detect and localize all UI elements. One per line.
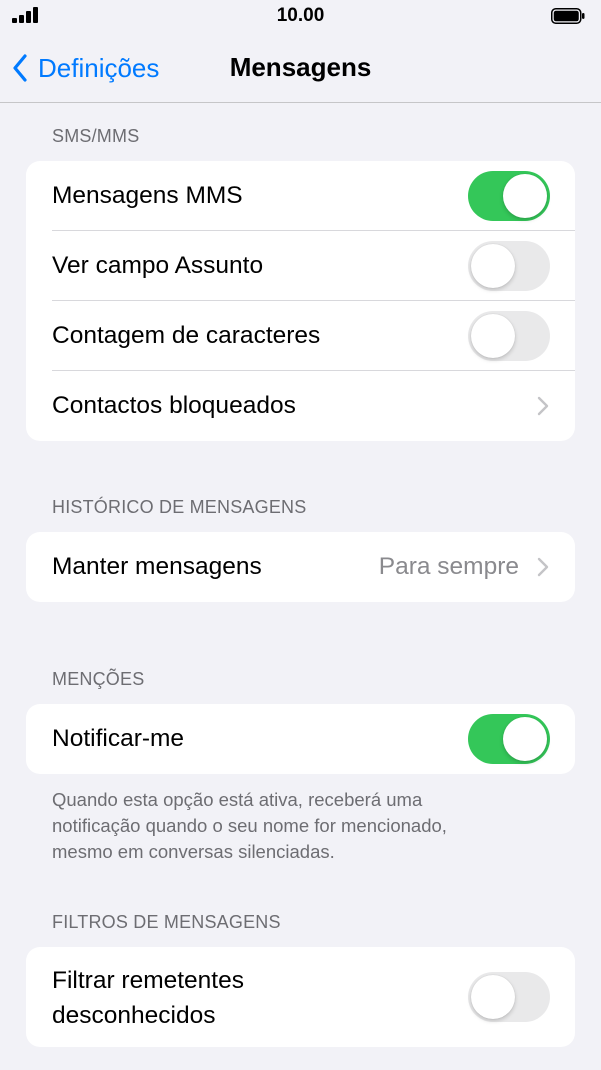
toggle-knob: [503, 174, 547, 218]
page-title: Mensagens: [229, 52, 372, 82]
filter-unknown-senders-label: Filtrar remetentes desconhecidos: [52, 963, 244, 1033]
mms-messages-label: Mensagens MMS: [52, 182, 243, 209]
mms-messages-toggle[interactable]: [468, 171, 550, 221]
toggle-knob: [471, 975, 515, 1019]
keep-messages-value: Para sempre: [378, 553, 519, 580]
navigation-bar: Definições Mensagens: [0, 34, 601, 103]
keep-messages-row[interactable]: Manter mensagens Para sempre: [26, 532, 575, 602]
keep-messages-label: Manter mensagens: [52, 553, 262, 580]
section-header-filters: FILTROS DE MENSAGENS: [52, 912, 281, 932]
row-filter-unknown-senders: Filtrar remetentes desconhecidos: [26, 947, 575, 1047]
status-time: 10.00: [276, 5, 325, 26]
toggle-knob: [471, 314, 515, 358]
filter-unknown-senders-toggle[interactable]: [468, 972, 550, 1022]
footer-line: notificação quando o seu nome for mencio…: [52, 815, 447, 836]
chevron-right-icon: [537, 396, 549, 416]
label-line: desconhecidos: [52, 1002, 216, 1029]
subject-field-toggle[interactable]: [468, 241, 550, 291]
row-character-count: Contagem de caracteres: [26, 301, 575, 371]
blocked-contacts-row[interactable]: Contactos bloqueados: [26, 371, 575, 441]
subject-field-label: Ver campo Assunto: [52, 252, 264, 279]
status-bar: 10.00: [0, 0, 601, 34]
battery-icon: [551, 8, 585, 24]
section-header-history: HISTÓRICO DE MENSAGENS: [52, 497, 307, 517]
toggle-knob: [471, 244, 515, 288]
chevron-right-icon: [537, 557, 549, 577]
label-line: Filtrar remetentes: [52, 967, 244, 994]
blocked-contacts-label: Contactos bloqueados: [52, 392, 296, 419]
filters-settings-group: Filtrar remetentes desconhecidos: [26, 947, 575, 1047]
character-count-label: Contagem de caracteres: [52, 322, 321, 349]
notify-me-toggle[interactable]: [468, 714, 550, 764]
sms-settings-group: Mensagens MMS Ver campo Assunto Contagem…: [26, 161, 575, 441]
history-settings-group: Manter mensagens Para sempre: [26, 532, 575, 602]
character-count-toggle[interactable]: [468, 311, 550, 361]
toggle-knob: [503, 717, 547, 761]
row-mms-messages: Mensagens MMS: [26, 161, 575, 231]
footer-line: Quando esta opção está ativa, receberá u…: [52, 789, 423, 810]
row-subject-field: Ver campo Assunto: [26, 231, 575, 301]
notify-me-label: Notificar-me: [52, 725, 185, 752]
footer-line: mesmo em conversas silenciadas.: [52, 841, 335, 862]
row-notify-me: Notificar-me: [26, 704, 575, 774]
section-header-mentions: MENÇÕES: [52, 669, 145, 689]
mentions-settings-group: Notificar-me: [26, 704, 575, 774]
section-header-sms: SMS/MMS: [52, 126, 140, 146]
mentions-footer-note: Quando esta opção está ativa, receberá u…: [52, 787, 552, 865]
